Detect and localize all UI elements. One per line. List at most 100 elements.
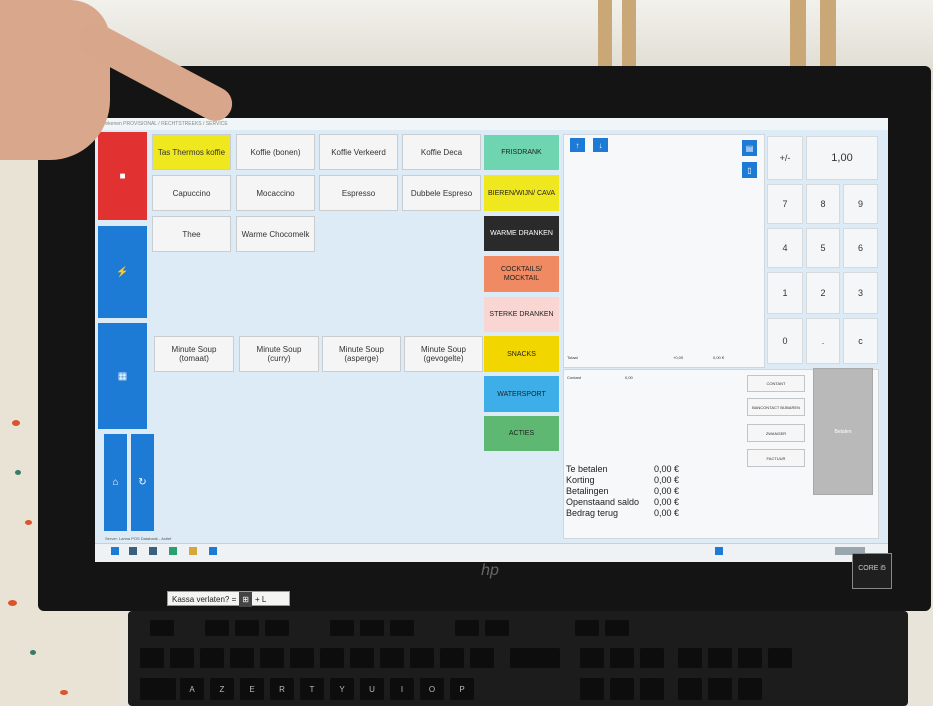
tab-key[interactable] <box>140 678 176 700</box>
key-decimal[interactable]: . <box>806 318 840 364</box>
keyboard-key[interactable] <box>470 648 494 668</box>
product-koffie-deca[interactable]: Koffie Deca <box>402 134 481 170</box>
keyboard-key[interactable] <box>580 678 604 700</box>
product-espresso[interactable]: Espresso <box>319 175 398 211</box>
keyboard-key[interactable] <box>330 620 354 636</box>
keyboard-key[interactable] <box>768 648 792 668</box>
edge-icon[interactable] <box>169 547 177 555</box>
keyboard-key[interactable] <box>390 620 414 636</box>
product-minute-soup-gevogelte[interactable]: Minute Soup (gevogelte) <box>404 336 483 372</box>
key-1[interactable]: 1 <box>767 272 803 314</box>
keyboard-key[interactable] <box>200 648 224 668</box>
pos-app-icon[interactable] <box>209 547 217 555</box>
keyboard-key[interactable] <box>575 620 599 636</box>
key-z[interactable]: Z <box>210 678 234 700</box>
pay-cash-button[interactable]: CONTANT <box>747 375 805 392</box>
keyboard-key[interactable] <box>440 648 464 668</box>
start-icon[interactable] <box>111 547 119 555</box>
keyboard-key[interactable] <box>360 620 384 636</box>
key-6[interactable]: 6 <box>843 228 878 268</box>
product-warme-chocomelk[interactable]: Warme Chocomelk <box>236 216 315 252</box>
key-i[interactable]: I <box>390 678 414 700</box>
keyboard-key[interactable] <box>230 648 254 668</box>
scroll-up-button[interactable]: ↑ <box>570 138 585 152</box>
document-button[interactable]: ▤ <box>742 140 757 156</box>
keyboard-key[interactable] <box>640 678 664 700</box>
key-u[interactable]: U <box>360 678 384 700</box>
category-cocktails-mocktail[interactable]: COCKTAILS/ MOCKTAIL <box>484 256 559 292</box>
confirm-payment-button[interactable]: Betalen <box>813 368 873 495</box>
category-watersport[interactable]: WATERSPORT <box>484 376 559 412</box>
product-koffie-verkeerd[interactable]: Koffie Verkeerd <box>319 134 398 170</box>
product-capuccino[interactable]: Capuccino <box>152 175 231 211</box>
taskview-icon[interactable] <box>149 547 157 555</box>
key-2[interactable]: 2 <box>806 272 840 314</box>
key-clear[interactable]: c <box>843 318 878 364</box>
category-acties[interactable]: ACTIES <box>484 416 559 451</box>
pay-alt-button[interactable]: ZWANGER <box>747 424 805 442</box>
refresh-button[interactable]: ↻ <box>131 434 154 531</box>
keyboard-key[interactable] <box>580 648 604 668</box>
keyboard-key[interactable] <box>290 648 314 668</box>
pay-bancontact-button[interactable]: BANCONTACT BIJBAREN <box>747 398 805 416</box>
tray-icon[interactable] <box>715 547 723 555</box>
product-minute-soup-tomaat[interactable]: Minute Soup (tomaat) <box>154 336 234 372</box>
print-button[interactable]: ▯ <box>742 162 757 178</box>
keyboard-key[interactable] <box>678 648 702 668</box>
keyboard-key[interactable] <box>738 678 762 700</box>
keyboard-key[interactable] <box>708 678 732 700</box>
category-sterke-dranken[interactable]: STERKE DRANKEN <box>484 297 559 332</box>
keyboard-key[interactable] <box>265 620 289 636</box>
keyboard-key[interactable] <box>320 648 344 668</box>
product-minute-soup-curry[interactable]: Minute Soup (curry) <box>239 336 319 372</box>
keyboard-key[interactable] <box>150 620 174 636</box>
keyboard-key[interactable] <box>380 648 404 668</box>
keyboard-key[interactable] <box>350 648 374 668</box>
keyboard-key[interactable] <box>485 620 509 636</box>
keyboard-key[interactable] <box>455 620 479 636</box>
category-snacks[interactable]: SNACKS <box>484 336 559 372</box>
calculator-button[interactable]: ▦ <box>98 323 147 429</box>
product-minute-soup-asperge[interactable]: Minute Soup (asperge) <box>322 336 401 372</box>
key-a[interactable]: A <box>180 678 204 700</box>
key-p[interactable]: P <box>450 678 474 700</box>
key-r[interactable]: R <box>270 678 294 700</box>
keyboard-key[interactable] <box>410 648 434 668</box>
key-4[interactable]: 4 <box>767 228 803 268</box>
backspace-key[interactable] <box>510 648 560 668</box>
key-9[interactable]: 9 <box>843 184 878 224</box>
order-list[interactable] <box>563 134 765 368</box>
home-button[interactable]: ⌂ <box>104 434 127 531</box>
product-thee[interactable]: Thee <box>152 216 231 252</box>
product-tas-thermos-koffie[interactable]: Tas Thermos koffie <box>152 134 231 170</box>
invoice-button[interactable]: FACTUUR <box>747 449 805 467</box>
keyboard-key[interactable] <box>140 648 164 668</box>
key-y[interactable]: Y <box>330 678 354 700</box>
folder-icon[interactable] <box>189 547 197 555</box>
keyboard-key[interactable] <box>170 648 194 668</box>
keyboard-key[interactable] <box>738 648 762 668</box>
keyboard-key[interactable] <box>708 648 732 668</box>
category-warme-dranken[interactable]: WARME DRANKEN <box>484 216 559 251</box>
keyboard-key[interactable] <box>605 620 629 636</box>
key-plus-minus[interactable]: +/- <box>767 136 803 180</box>
keyboard-key[interactable] <box>610 648 634 668</box>
category-bieren-wijn-cava[interactable]: BIEREN/WIJN/ CAVA <box>484 175 559 211</box>
keyboard-key[interactable] <box>678 678 702 700</box>
stop-button[interactable]: ■ <box>98 132 147 220</box>
key-o[interactable]: O <box>420 678 444 700</box>
keyboard-key[interactable] <box>640 648 664 668</box>
key-3[interactable]: 3 <box>843 272 878 314</box>
key-7[interactable]: 7 <box>767 184 803 224</box>
scroll-down-button[interactable]: ↓ <box>593 138 608 152</box>
keyboard-key[interactable] <box>610 678 634 700</box>
keyboard-key[interactable] <box>205 620 229 636</box>
key-5[interactable]: 5 <box>806 228 840 268</box>
keyboard-key[interactable] <box>235 620 259 636</box>
search-icon[interactable] <box>129 547 137 555</box>
keyboard-key[interactable] <box>260 648 284 668</box>
key-e[interactable]: E <box>240 678 264 700</box>
product-koffie-bonen[interactable]: Koffie (bonen) <box>236 134 315 170</box>
key-0[interactable]: 0 <box>767 318 803 364</box>
key-t[interactable]: T <box>300 678 324 700</box>
